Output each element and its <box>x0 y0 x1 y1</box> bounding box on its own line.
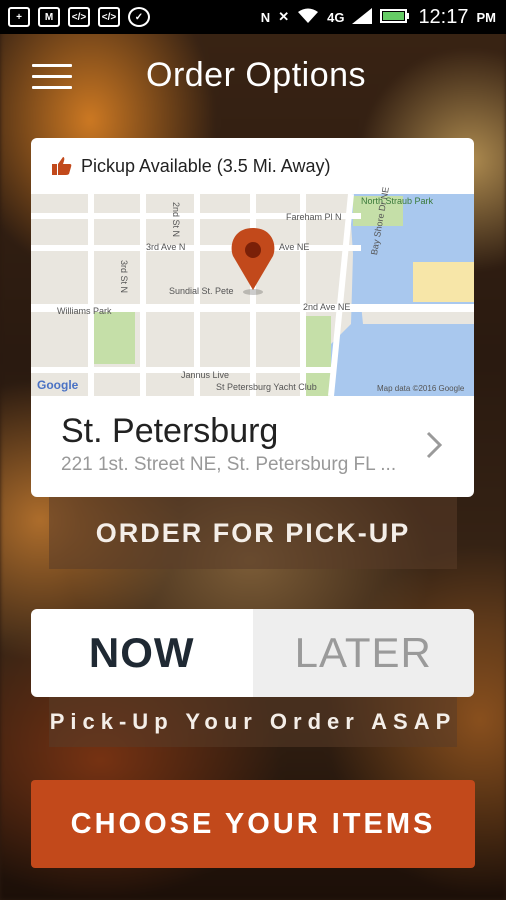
status-bar: + M </> </> ✓ N ✕ 4G 12:17 PM <box>0 0 506 34</box>
google-logo: Google <box>37 378 79 392</box>
later-option[interactable]: LATER <box>252 609 474 697</box>
pickup-availability: Pickup Available (3.5 Mi. Away) <box>31 138 474 194</box>
code-icon: </> <box>68 7 90 27</box>
map-label-3rd-st-n: 3rd St N <box>119 260 129 294</box>
now-option[interactable]: NOW <box>31 609 253 697</box>
map-label-2nd-st-n: 2nd St N <box>171 202 181 238</box>
check-icon: ✓ <box>128 7 150 27</box>
time-selector: NOW LATER <box>31 609 474 697</box>
map-label-ave-ne: Ave NE <box>279 242 310 252</box>
page-title: Order Options <box>146 56 367 94</box>
order-for-pickup-button[interactable]: ORDER FOR PICK-UP <box>49 497 457 569</box>
location-card: Pickup Available (3.5 Mi. Away) North St… <box>31 138 474 497</box>
gmail-icon: M <box>38 7 60 27</box>
choose-your-items-button[interactable]: CHOOSE YOUR ITEMS <box>31 780 475 868</box>
map-label-jannus: Jannus Live <box>181 370 230 380</box>
signal-icon <box>352 7 373 27</box>
battery-icon <box>380 8 410 27</box>
nfc-icon: N <box>260 9 271 25</box>
clock-time: 12:17 <box>418 5 469 28</box>
plus-notification-icon: + <box>8 7 30 27</box>
hamburger-menu-icon[interactable] <box>32 64 72 94</box>
app-header: Order Options <box>0 34 506 120</box>
vibrate-icon: ✕ <box>278 9 290 24</box>
store-location-row[interactable]: St. Petersburg 221 1st. Street NE, St. P… <box>31 396 474 497</box>
map-label-2nd-ave-ne: 2nd Ave NE <box>303 302 351 312</box>
map-label-williams-park: Williams Park <box>57 306 112 316</box>
map-graphic <box>31 193 474 397</box>
pickup-available-label: Pickup Available (3.5 Mi. Away) <box>81 155 331 176</box>
store-address: 221 1st. Street NE, St. Petersburg FL ..… <box>61 454 397 475</box>
pickup-asap-text: Pick-Up Your Order ASAP <box>49 697 457 747</box>
map-label-sundial: Sundial St. Pete <box>169 286 234 296</box>
map-label-fareham: Fareham Pl N <box>286 212 342 222</box>
store-name: St. Petersburg <box>61 412 279 450</box>
clock-ampm: PM <box>476 9 497 25</box>
code-icon-2: </> <box>98 7 120 27</box>
wifi-icon <box>297 8 319 27</box>
map-attribution: Map data ©2016 Google <box>377 384 465 393</box>
thumbs-up-icon <box>52 157 72 175</box>
map-label-3rd-ave-n: 3rd Ave N <box>146 242 186 252</box>
map-label-north-straub-park: North Straub Park <box>361 196 434 206</box>
store-map[interactable]: North Straub Park Fareham Pl N 3rd Ave N… <box>31 186 474 397</box>
network-label: 4G <box>327 9 345 25</box>
map-label-yacht-club: St Petersburg Yacht Club <box>216 382 317 392</box>
chevron-right-icon <box>426 431 443 459</box>
